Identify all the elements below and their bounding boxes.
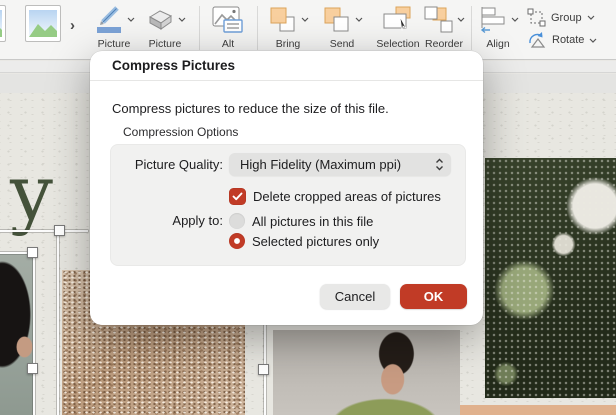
picture-quality-select[interactable]: High Fidelity (Maximum ppi) [229,153,451,176]
compress-pictures-dialog: Compress Pictures Compress pictures to r… [90,51,483,325]
apply-to-label: Apply to: [172,213,223,228]
ribbon-separator [199,6,200,50]
reorder-objects-icon [424,6,452,32]
cancel-button[interactable]: Cancel [320,284,390,309]
powerpoint-window: › Picture Picture Alt Bring Send Selecti… [0,0,616,415]
compression-options-label: Compression Options [123,125,239,139]
picture-style-icon [29,10,57,37]
align-objects-button[interactable]: Align [476,3,520,50]
picture-style-thumbnail[interactable] [25,5,61,42]
selection-handle[interactable] [27,247,38,258]
picture-border-icon [96,5,121,33]
chevron-down-icon [589,38,597,43]
ribbon-separator [471,6,472,50]
delete-cropped-checkbox[interactable] [229,188,246,205]
selection-handle[interactable] [54,225,65,236]
selection-border [57,230,59,415]
picture-style-icon [0,10,2,37]
radio-selected-pictures-label: Selected pictures only [252,233,380,249]
compression-options-group: Picture Quality: High Fidelity (Maximum … [110,144,466,266]
dialog-title: Compress Pictures [90,51,483,81]
bring-forward-label: Bring [275,38,301,50]
selection-pane-label: Selection [376,38,420,50]
picture-effects-button[interactable]: Picture [140,3,190,50]
ok-button[interactable]: OK [400,284,467,309]
dialog-description: Compress pictures to reduce the size of … [112,101,389,116]
selection-border [33,252,35,415]
alt-text-button[interactable]: Alt [206,3,250,50]
slide-image-portrait-green-jacket[interactable] [273,330,460,415]
selection-pane-icon [383,6,411,31]
selection-border [0,230,88,232]
rotate-objects-label: Rotate [552,34,585,46]
group-objects-button[interactable]: Group [527,8,595,27]
chevron-down-icon [127,17,134,22]
select-updown-icon [436,158,443,171]
slide-image-portrait-left[interactable] [0,253,34,415]
delete-cropped-row: Delete cropped areas of pictures [123,188,465,205]
group-objects-icon [527,8,546,27]
chevron-down-icon [511,17,518,22]
picture-effects-label: Picture [148,38,182,50]
align-objects-icon [480,6,504,33]
chevron-down-icon [587,15,595,20]
alt-text-label: Alt [221,38,235,50]
reorder-objects-button[interactable]: Reorder [420,3,468,50]
bring-forward-icon [270,7,294,31]
picture-border-button[interactable]: Picture [88,3,140,50]
align-objects-label: Align [486,38,510,50]
selection-handle[interactable] [258,364,269,375]
radio-all-pictures-label: All pictures in this file [252,213,374,229]
picture-quality-row: Picture Quality: High Fidelity (Maximum … [123,153,465,176]
group-objects-label: Group [551,11,582,24]
gallery-more-button[interactable]: › [70,17,75,34]
slide-image-orange-strip[interactable] [460,405,616,415]
chevron-down-icon [301,17,308,22]
slide-image-wildflowers[interactable] [485,158,616,398]
send-backward-button[interactable]: Send [318,3,366,50]
ribbon-separator [257,6,258,50]
selection-pane-button[interactable]: Selection [372,3,424,50]
send-backward-icon [324,7,348,31]
apply-to-row: Apply to: All pictures in this file Sele… [123,213,465,249]
rotate-objects-button[interactable]: Rotate [527,31,597,49]
delete-cropped-label: Delete cropped areas of pictures [253,189,441,204]
checkmark-icon [232,192,243,201]
radio-selected-pictures[interactable] [229,233,245,249]
picture-quality-label: Picture Quality: [134,157,223,172]
chevron-down-icon [457,17,464,22]
rotate-objects-icon [529,32,546,48]
selection-handle[interactable] [27,363,38,374]
bring-forward-button[interactable]: Bring [264,3,312,50]
radio-all-pictures[interactable] [229,213,245,229]
apply-option-all[interactable]: All pictures in this file [229,213,379,229]
picture-border-label: Picture [97,38,131,50]
chevron-down-icon [355,17,362,22]
picture-quality-value: High Fidelity (Maximum ppi) [240,157,402,172]
picture-effects-icon [148,9,172,30]
chevron-down-icon [178,17,185,22]
reorder-objects-label: Reorder [425,38,463,50]
send-backward-label: Send [329,38,355,50]
alt-text-icon [212,6,243,33]
picture-style-thumbnail[interactable] [0,5,6,42]
apply-option-selected[interactable]: Selected pictures only [229,233,379,249]
